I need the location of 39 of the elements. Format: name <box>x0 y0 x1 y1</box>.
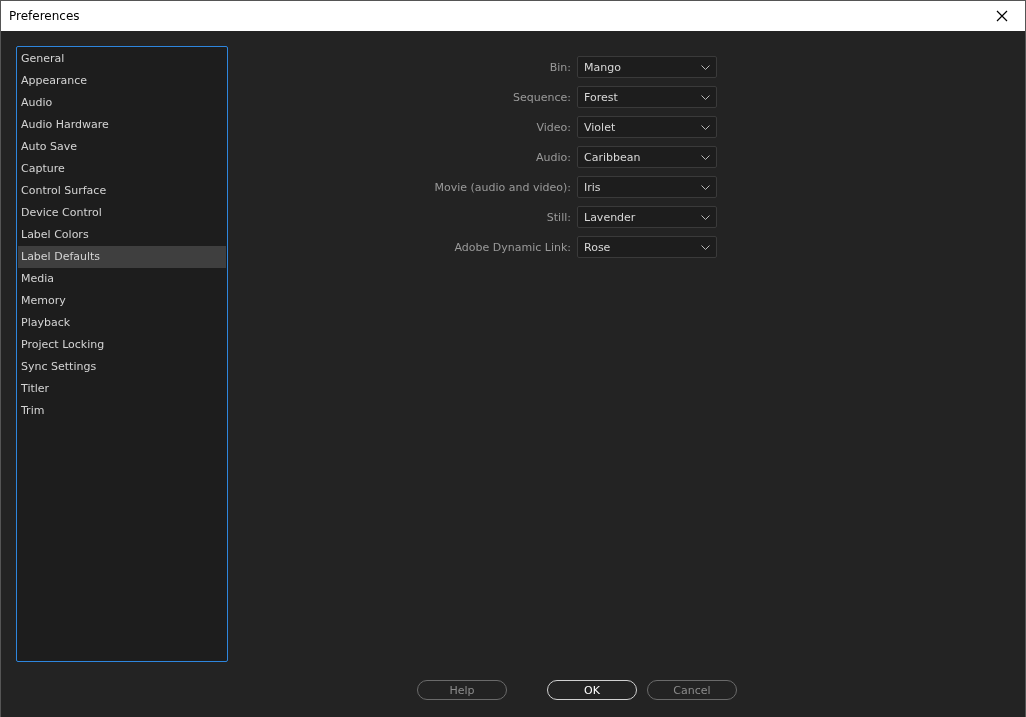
sidebar-item[interactable]: Label Defaults <box>18 246 226 268</box>
dropdown[interactable]: Caribbean <box>577 146 717 168</box>
chevron-icon <box>701 154 710 160</box>
dropdown[interactable]: Rose <box>577 236 717 258</box>
sidebar-item[interactable]: Capture <box>18 158 226 180</box>
sidebar-item[interactable]: Control Surface <box>18 180 226 202</box>
sidebar-item[interactable]: Device Control <box>18 202 226 224</box>
dropdown[interactable]: Iris <box>577 176 717 198</box>
sidebar-item[interactable]: Playback <box>18 312 226 334</box>
sidebar-item[interactable]: Auto Save <box>18 136 226 158</box>
field-label: Bin: <box>548 60 572 74</box>
sidebar-item[interactable]: General <box>18 48 226 70</box>
chevron-icon <box>701 184 710 190</box>
field-label: Adobe Dynamic Link: <box>453 240 572 254</box>
sidebar-item[interactable]: Label Colors <box>18 224 226 246</box>
sidebar-item[interactable]: Media <box>18 268 226 290</box>
field-label: Still: <box>545 210 572 224</box>
field-label: Movie (audio and video): <box>433 180 572 194</box>
window-title: Preferences <box>9 9 80 23</box>
dropdown[interactable]: Forest <box>577 86 717 108</box>
sidebar-item[interactable]: Project Locking <box>18 334 226 356</box>
field-label: Audio: <box>535 150 572 164</box>
field-label: Video: <box>535 120 572 134</box>
dropdown[interactable]: Mango <box>577 56 717 78</box>
sidebar-item[interactable]: Audio <box>18 92 226 114</box>
sidebar-item[interactable]: Appearance <box>18 70 226 92</box>
dropdown[interactable]: Violet <box>577 116 717 138</box>
sidebar-item[interactable]: Audio Hardware <box>18 114 226 136</box>
chevron-icon <box>701 64 710 70</box>
field-label: Sequence: <box>512 90 572 104</box>
chevron-icon <box>701 244 710 250</box>
chevron-icon <box>701 214 710 220</box>
sidebar-item[interactable]: Titler <box>18 378 226 400</box>
dropdown[interactable]: Lavender <box>577 206 717 228</box>
chevron-icon <box>701 94 710 100</box>
sidebar-item[interactable]: Trim <box>18 400 226 422</box>
sidebar-item[interactable]: Sync Settings <box>18 356 226 378</box>
chevron-icon <box>701 124 710 130</box>
sidebar-item[interactable]: Memory <box>18 290 226 312</box>
